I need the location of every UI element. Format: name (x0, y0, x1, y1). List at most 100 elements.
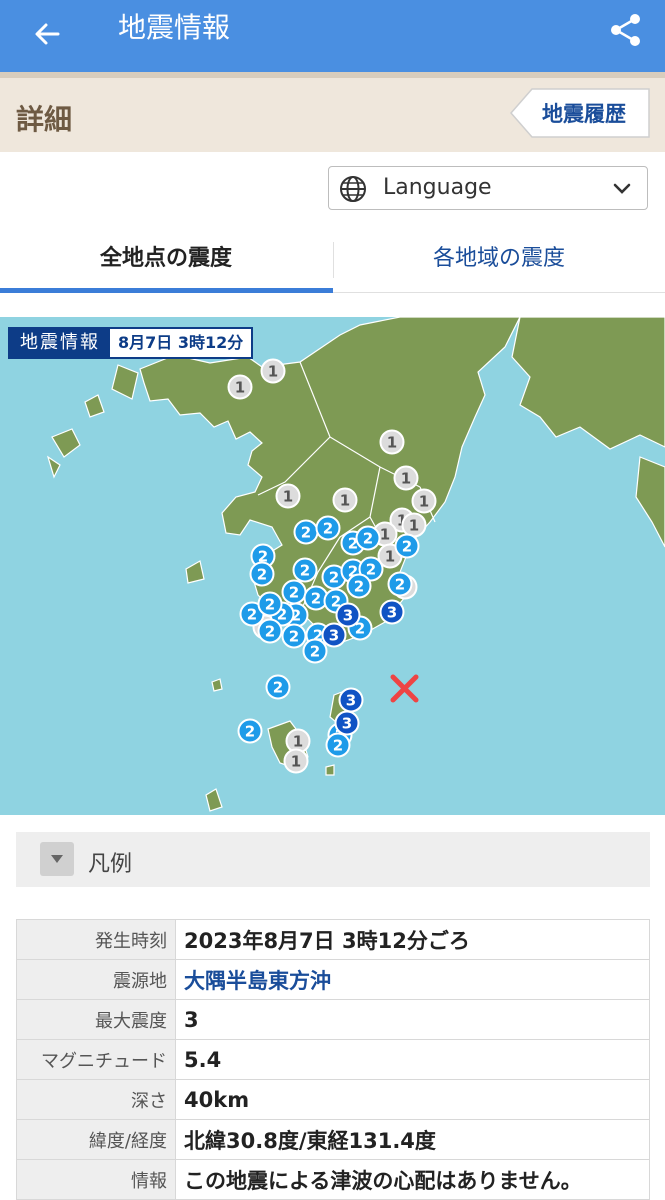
intensity-value: 3 (343, 607, 353, 625)
intensity-marker: 2 (394, 533, 420, 559)
intensity-marker: 1 (401, 512, 427, 538)
tab-regions[interactable]: 各地域の震度 (333, 232, 665, 292)
intensity-marker: 2 (249, 561, 275, 587)
chevron-down-icon (613, 183, 631, 194)
intensity-marker: 3 (334, 710, 360, 736)
table-row: 緯度/経度 北緯30.8度/東経131.4度 (16, 1119, 650, 1160)
intensity-value: 2 (395, 576, 405, 594)
intensity-value: 1 (387, 434, 397, 452)
intensity-marker: 2 (325, 732, 351, 758)
intensity-value: 2 (247, 606, 257, 624)
row-key: 緯度/経度 (16, 1119, 176, 1160)
intensity-value: 2 (354, 578, 364, 596)
intensity-marker: 1 (260, 358, 286, 384)
legend-toggle[interactable]: 凡例 (16, 832, 650, 887)
history-button-label: 地震履歴 (542, 102, 626, 126)
intensity-value: 2 (363, 530, 373, 548)
legend-label: 凡例 (88, 852, 133, 877)
map-badge-title: 地震情報 (10, 329, 110, 357)
intensity-marker: 3 (321, 622, 347, 648)
intensity-value: 1 (340, 492, 350, 510)
row-key: 震源地 (16, 959, 176, 1000)
intensity-marker: 1 (227, 374, 253, 400)
intensity-marker: 1 (283, 748, 309, 774)
row-value: 5.4 (175, 1039, 650, 1080)
intensity-marker: 3 (338, 687, 364, 713)
table-row: 震源地 大隅半島東方沖 (16, 959, 650, 1000)
intensity-value: 2 (273, 679, 283, 697)
intensity-marker: 1 (393, 465, 419, 491)
row-value: 北緯30.8度/東経131.4度 (175, 1119, 650, 1160)
intensity-value: 2 (265, 623, 275, 641)
epicenter-link[interactable]: 大隅半島東方沖 (175, 959, 650, 1000)
intensity-value: 3 (346, 692, 356, 710)
app-title: 地震情報 (118, 11, 231, 44)
intensity-value: 2 (366, 561, 376, 579)
map-badge-time: 8月7日 3時12分 (118, 333, 244, 352)
intensity-marker: 2 (292, 557, 318, 583)
intensity-marker: 2 (355, 525, 381, 551)
language-select[interactable]: Language (328, 166, 648, 210)
intensity-value: 2 (265, 596, 275, 614)
intensity-value: 1 (235, 379, 245, 397)
intensity-value: 1 (409, 517, 419, 535)
intensity-value: 1 (283, 488, 293, 506)
intensity-value: 2 (245, 723, 255, 741)
intensity-marker: 1 (275, 483, 301, 509)
intensity-marker: 2 (281, 623, 307, 649)
intensity-value: 3 (329, 627, 339, 645)
intensity-value: 2 (289, 584, 299, 602)
active-tab-indicator (0, 288, 333, 293)
intensity-value: 2 (301, 524, 311, 542)
intensity-value: 2 (257, 566, 267, 584)
intensity-value: 2 (329, 569, 339, 587)
row-value: 3 (175, 999, 650, 1040)
row-key: マグニチュード (16, 1039, 176, 1080)
tab-all-points[interactable]: 全地点の震度 (0, 232, 332, 292)
table-row: 発生時刻 2023年8月7日 3時12分ごろ (16, 919, 650, 960)
intensity-value: 1 (401, 470, 411, 488)
table-row: 情報 この地震による津波の心配はありません。 (16, 1159, 650, 1200)
intensity-value: 2 (310, 643, 320, 661)
row-value: この地震による津波の心配はありません。 (175, 1159, 650, 1200)
map-badge: 地震情報 8月7日 3時12分 (8, 327, 254, 359)
intensity-value: 2 (289, 628, 299, 646)
language-label: Language (383, 175, 492, 200)
intensity-marker: 3 (335, 602, 361, 628)
intensity-value: 1 (293, 733, 303, 751)
intensity-marker: 3 (379, 599, 405, 625)
history-button[interactable]: 地震履歴 (510, 88, 650, 138)
intensity-marker: 2 (315, 515, 341, 541)
intensity-marker: 2 (237, 718, 263, 744)
arrow-left-icon[interactable] (28, 14, 68, 54)
row-key: 深さ (16, 1079, 176, 1120)
earthquake-map[interactable]: 1111111111111112222222222222222222222222… (0, 317, 665, 815)
intensity-marker: 1 (379, 429, 405, 455)
intensity-value: 2 (333, 737, 343, 755)
table-row: マグニチュード 5.4 (16, 1039, 650, 1080)
row-key: 最大震度 (16, 999, 176, 1040)
triangle-down-icon (40, 842, 74, 876)
app-bar: 地震情報 (0, 0, 665, 72)
intensity-marker: 2 (281, 579, 307, 605)
intensity-marker: 2 (257, 618, 283, 644)
row-key: 情報 (16, 1159, 176, 1200)
row-value: 2023年8月7日 3時12分ごろ (175, 919, 650, 960)
intensity-marker: 1 (332, 487, 358, 513)
intensity-value: 2 (323, 520, 333, 538)
intensity-marker: 2 (346, 573, 372, 599)
table-row: 深さ 40km (16, 1079, 650, 1120)
intensity-value: 1 (380, 526, 390, 544)
intensity-value: 2 (300, 562, 310, 580)
intensity-value: 2 (311, 590, 321, 608)
intensity-value: 1 (291, 753, 301, 771)
intensity-marker: 2 (302, 638, 328, 664)
tab-bar: 全地点の震度 各地域の震度 (0, 232, 665, 293)
intensity-marker: 2 (265, 674, 291, 700)
row-key: 発生時刻 (16, 919, 176, 960)
intensity-marker: 2 (387, 571, 413, 597)
intensity-value: 2 (402, 538, 412, 556)
globe-icon (340, 176, 366, 202)
share-icon[interactable] (606, 10, 646, 50)
intensity-value: 1 (419, 493, 429, 511)
